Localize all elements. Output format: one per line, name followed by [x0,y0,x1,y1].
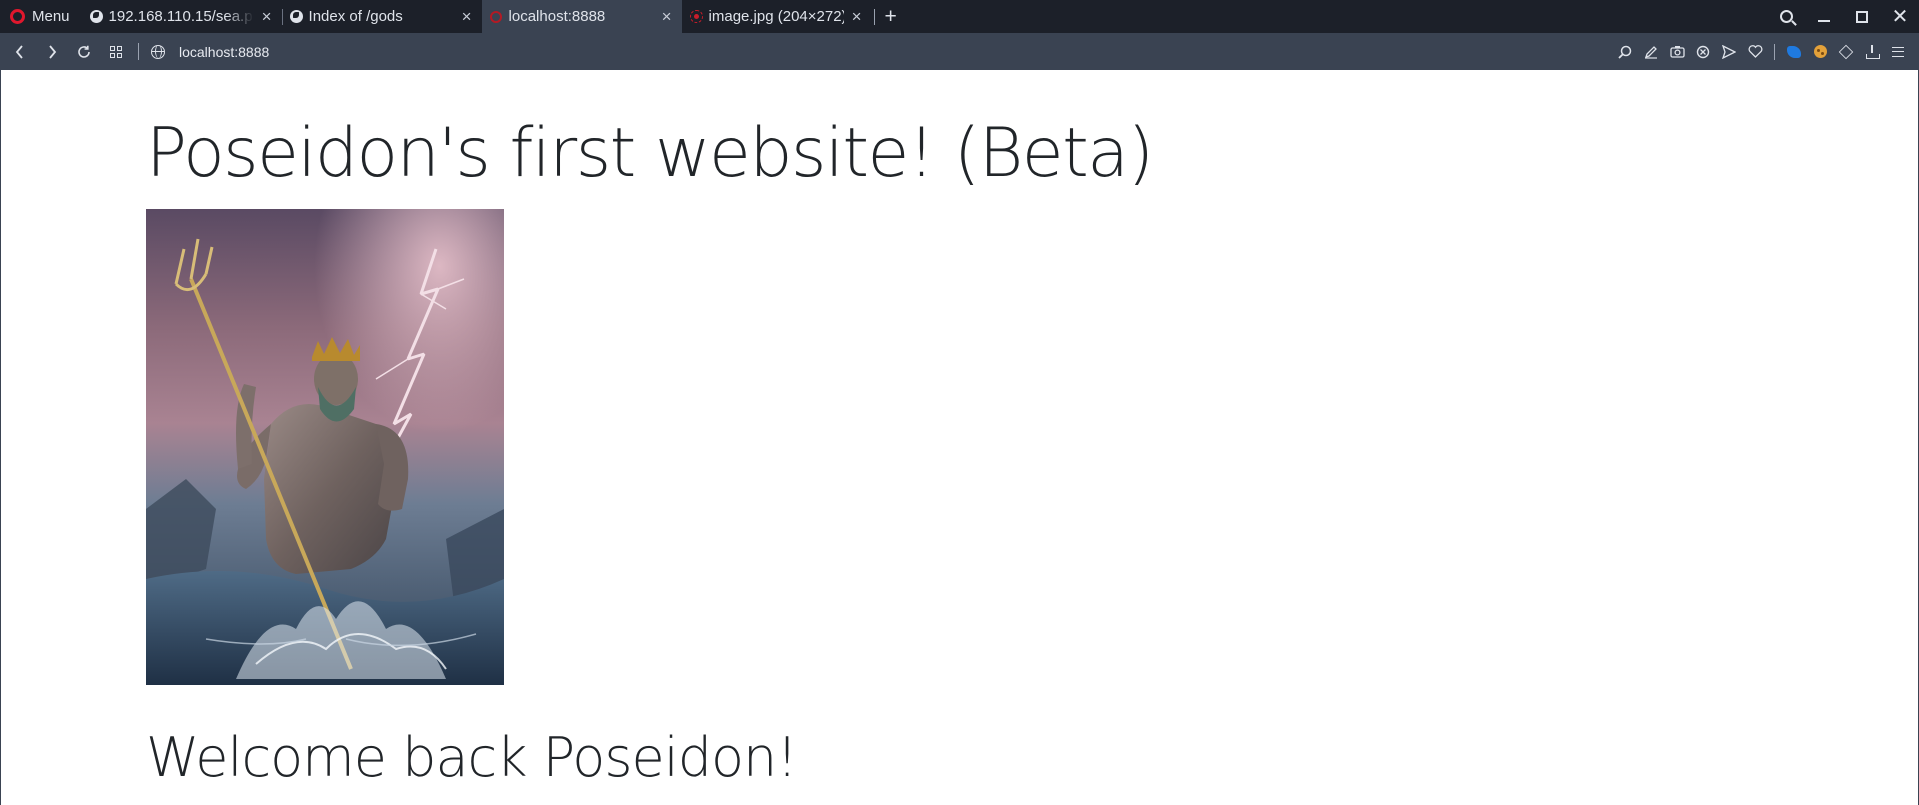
reload-button[interactable] [68,33,100,70]
search-tabs-button[interactable] [1767,0,1805,33]
reload-icon [78,45,90,58]
minimize-icon [1818,19,1830,22]
tab-overview-button[interactable] [100,33,132,70]
address-bar: localhost:8888 [0,33,1919,70]
downloads-button[interactable] [1859,33,1885,70]
toolbar-divider [1774,43,1775,60]
extension-icon [1787,45,1801,58]
send-button[interactable] [1716,33,1742,70]
tab-title: Index of /gods [308,8,403,25]
close-icon[interactable]: × [660,8,674,25]
close-icon[interactable]: × [850,8,864,25]
opera-logo-icon [10,9,25,24]
url-field[interactable]: localhost:8888 [179,44,269,60]
page-viewport: Poseidon's first website! (Beta) Welcome… [0,70,1919,805]
tab-index-of-gods[interactable]: Index of /gods × [281,0,482,33]
tab-localhost-8888[interactable]: localhost:8888 × [481,0,682,33]
tab-strip: Menu 192.168.110.15/sea.php × Index of /… [0,0,1919,33]
tab-image-jpg[interactable]: image.jpg (204×272) × [682,0,872,33]
settings-menu-icon [1892,46,1904,57]
poseidon-image [146,209,504,685]
loading-ring-icon [490,10,503,23]
cookie-extension-button[interactable] [1807,33,1833,70]
image-target-icon [689,10,703,23]
extensions-button[interactable] [1833,33,1859,70]
opera-menu-button[interactable]: Menu [0,0,82,33]
close-icon: ✕ [1891,5,1909,28]
new-tab-button[interactable]: + [877,6,905,27]
toolbar-icons [1612,33,1919,70]
maximize-button[interactable] [1843,0,1881,33]
welcome-message: Welcome back Poseidon! [146,726,798,789]
tab-sea-php[interactable]: 192.168.110.15/sea.php × [82,0,282,33]
zoom-search-button[interactable] [1612,33,1638,70]
tab-title: image.jpg (204×272) [708,8,844,25]
toolbar-divider [138,43,139,60]
magnifier-icon [1618,45,1632,59]
cookie-icon [1813,45,1827,58]
tab-divider [873,8,875,25]
easy-setup-button[interactable] [1885,33,1911,70]
download-icon [1866,44,1880,59]
grid-icon [110,45,122,58]
window-controls: ✕ [1767,0,1919,33]
site-info-globe-icon[interactable] [151,44,165,59]
send-icon [1722,44,1736,59]
cube-icon [1838,44,1854,59]
chevron-left-icon [15,44,23,59]
forward-button[interactable] [36,33,68,70]
extension-blue-button[interactable] [1781,33,1807,70]
minimize-button[interactable] [1805,0,1843,33]
close-icon[interactable]: × [260,8,274,25]
ad-block-button[interactable] [1690,33,1716,70]
menu-label: Menu [32,8,70,25]
block-icon [1696,45,1710,58]
bookmark-heart-button[interactable] [1742,33,1768,70]
page-title: Poseidon's first website! (Beta) [146,114,1154,193]
globe-icon [89,10,103,23]
close-icon[interactable]: × [460,8,474,25]
chevron-right-icon [49,44,57,59]
heart-icon [1748,45,1762,58]
tab-title: 192.168.110.15/sea.php [108,8,254,25]
back-button[interactable] [4,33,36,70]
close-window-button[interactable]: ✕ [1881,0,1919,33]
edit-icon [1644,45,1657,59]
tab-title: localhost:8888 [508,8,606,25]
maximize-icon [1856,10,1868,23]
edit-button[interactable] [1638,33,1664,70]
snapshot-button[interactable] [1664,33,1690,70]
search-icon [1779,10,1793,23]
camera-icon [1669,46,1685,58]
globe-icon [289,10,303,23]
